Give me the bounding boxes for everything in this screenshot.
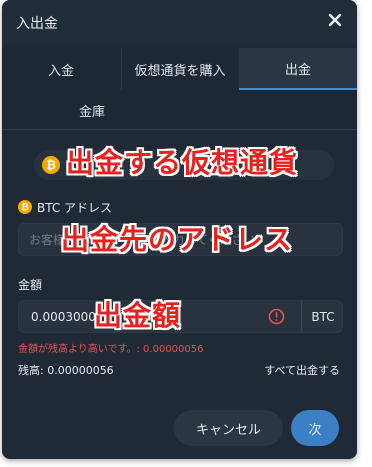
tabs-divider xyxy=(2,129,357,130)
amount-label: 金額 xyxy=(18,278,43,292)
withdraw-all-link[interactable]: すべて出金する xyxy=(264,362,340,378)
annotation-crypto: 出金する仮想通貨 xyxy=(66,146,299,179)
balance-text: 残高: 0.00000056 xyxy=(18,364,114,377)
annotation-address: 出金先のアドレス xyxy=(61,223,294,256)
amount-unit: BTC xyxy=(311,309,335,324)
next-button[interactable]: 次 xyxy=(291,410,339,446)
tab-vault[interactable]: 金庫 xyxy=(42,91,142,129)
warning-icon xyxy=(268,308,285,325)
tab-deposit[interactable]: 入金 xyxy=(2,48,120,90)
modal-title: 入出金 xyxy=(16,16,58,32)
cancel-button[interactable]: キャンセル xyxy=(174,410,283,446)
address-label-row: ₿ BTC アドレス xyxy=(18,199,112,215)
tab-bar-second-row: 金庫 xyxy=(2,91,357,129)
address-label: BTC アドレス xyxy=(37,200,113,215)
annotation-amount: 出金額 xyxy=(94,299,182,332)
close-icon[interactable] xyxy=(327,12,343,28)
tab-buy-crypto[interactable]: 仮想通貨を購入 xyxy=(121,48,238,90)
modal-header: 入出金 xyxy=(2,0,357,44)
amount-error-message: 金額が残高より高いです。: 0.00000056 xyxy=(18,344,204,355)
bitcoin-icon: ₿ xyxy=(42,156,60,174)
tab-bar: 入金 仮想通貨を購入 出金 xyxy=(2,48,357,90)
bitcoin-icon: ₿ xyxy=(18,200,32,214)
tab-withdraw[interactable]: 出金 xyxy=(239,48,357,90)
